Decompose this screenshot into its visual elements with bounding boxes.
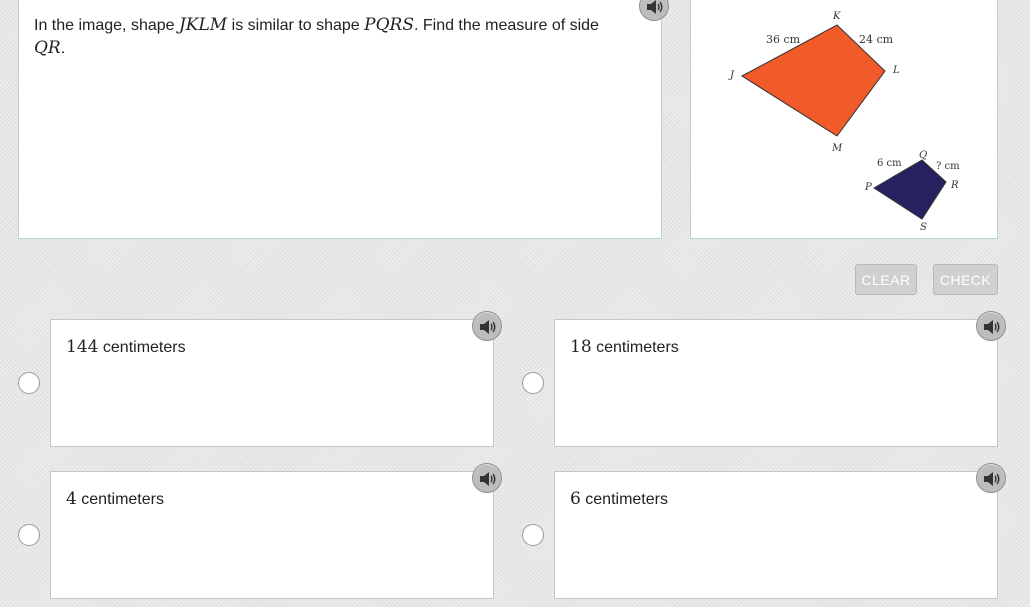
- similar-shapes-figure: J K L M 36 cm 24 cm P Q R S 6 cm ? cm: [728, 11, 960, 233]
- vertex-k-label: K: [832, 11, 841, 22]
- shape2-name: PQRS: [364, 15, 414, 35]
- choice-3-number: 4: [66, 489, 77, 509]
- choice-4-number: 6: [570, 489, 581, 509]
- choice-1-box[interactable]: 144 centimeters: [50, 319, 494, 447]
- choice-3-box[interactable]: 4 centimeters: [50, 471, 494, 599]
- choice-4-box[interactable]: 6 centimeters: [554, 471, 998, 599]
- speaker-icon: [480, 320, 496, 334]
- speaker-icon: [984, 320, 1000, 334]
- vertex-s-label: S: [920, 222, 927, 233]
- check-button[interactable]: CHECK: [933, 264, 998, 295]
- question-panel: In the image, shape JKLM is similar to s…: [18, 0, 662, 239]
- figure-panel: J K L M 36 cm 24 cm P Q R S 6 cm ? cm: [690, 0, 998, 239]
- question-middle: is similar to shape: [227, 17, 365, 34]
- choice-2-number: 18: [570, 337, 592, 357]
- choice-3-speaker-button[interactable]: [472, 463, 502, 493]
- vertex-m-label: M: [831, 143, 843, 154]
- vertex-l-label: L: [892, 65, 900, 76]
- side-pq-label: 6 cm: [877, 158, 902, 169]
- choice-2-speaker-button[interactable]: [976, 311, 1006, 341]
- question-text: In the image, shape JKLM is similar to s…: [34, 14, 634, 60]
- clear-button[interactable]: CLEAR: [855, 264, 917, 295]
- speaker-icon: [480, 472, 496, 486]
- vertex-j-label: J: [728, 70, 735, 81]
- choice-2-unit: centimeters: [591, 339, 679, 356]
- side-qr-label: ? cm: [936, 161, 960, 172]
- side-jk-label: 36 cm: [766, 33, 801, 46]
- choice-4-unit: centimeters: [580, 491, 668, 508]
- choice-3-unit: centimeters: [76, 491, 164, 508]
- choice-1-number: 144: [66, 337, 99, 357]
- choice-2-radio[interactable]: [522, 372, 544, 394]
- choice-2-box[interactable]: 18 centimeters: [554, 319, 998, 447]
- choice-1-unit: centimeters: [98, 339, 186, 356]
- shape1-name: JKLM: [178, 15, 228, 35]
- choice-1-text: 144 centimeters: [66, 337, 186, 357]
- vertex-q-label: Q: [919, 150, 927, 161]
- vertex-r-label: R: [950, 180, 959, 191]
- question-prefix: In the image, shape: [34, 17, 179, 34]
- choice-2-text: 18 centimeters: [570, 337, 679, 357]
- choice-4-radio[interactable]: [522, 524, 544, 546]
- side-kl-label: 24 cm: [859, 33, 894, 46]
- speaker-icon: [647, 0, 663, 14]
- choice-4-speaker-button[interactable]: [976, 463, 1006, 493]
- choice-4-text: 6 centimeters: [570, 489, 668, 509]
- choice-1-speaker-button[interactable]: [472, 311, 502, 341]
- speaker-icon: [984, 472, 1000, 486]
- side-name: QR: [34, 38, 61, 58]
- choice-3-text: 4 centimeters: [66, 489, 164, 509]
- choice-1-radio[interactable]: [18, 372, 40, 394]
- question-end: .: [60, 40, 66, 57]
- question-suffix: . Find the measure of side: [413, 17, 599, 34]
- vertex-p-label: P: [864, 182, 872, 193]
- choice-3-radio[interactable]: [18, 524, 40, 546]
